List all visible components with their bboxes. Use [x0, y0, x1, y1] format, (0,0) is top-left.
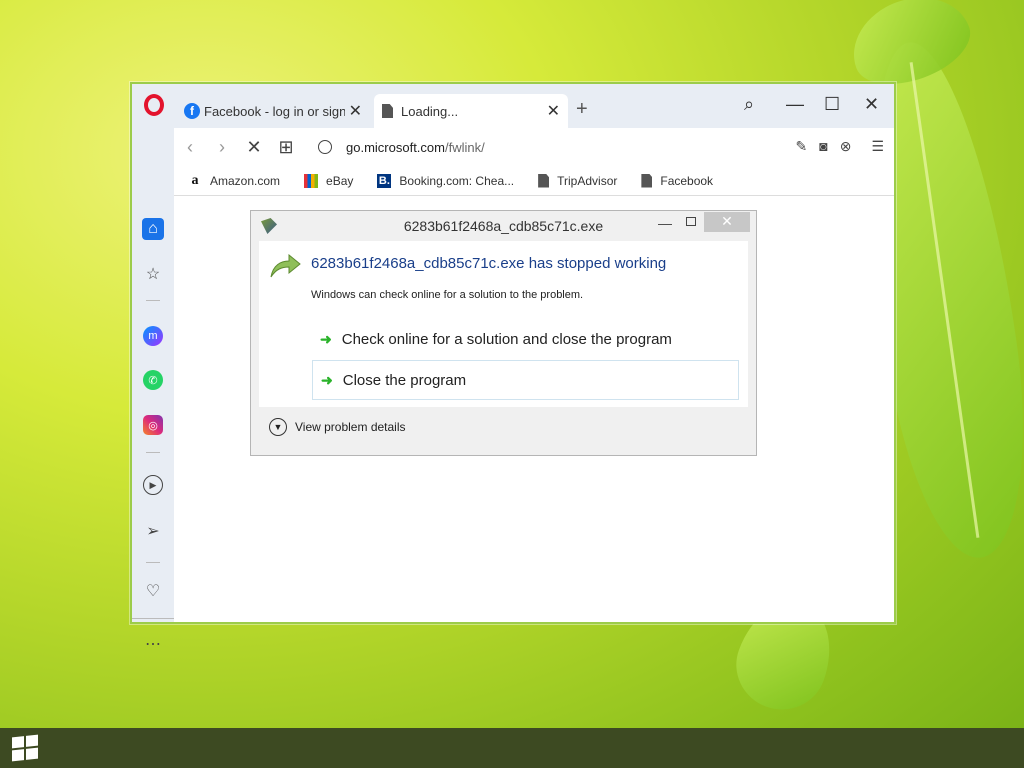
url-domain: go.microsoft.com	[346, 139, 445, 155]
tab-label: Facebook - log in or sign u	[204, 103, 345, 119]
view-details-toggle[interactable]: ▼ View problem details	[259, 407, 748, 447]
page-icon	[538, 173, 550, 188]
search-icon[interactable]: ⌕	[744, 94, 754, 115]
dialog-title: 6283b61f2468a_cdb85c71c.exe	[403, 218, 604, 234]
dialog-minimize-button[interactable]: —	[658, 215, 672, 231]
arrow-right-icon: ➜	[320, 330, 332, 347]
page-icon	[641, 173, 653, 188]
url-path: /fwlink/	[444, 139, 485, 155]
bookmark-facebook[interactable]: Facebook	[641, 173, 714, 188]
whatsapp-icon[interactable]: ✆	[143, 370, 163, 390]
curved-arrow-icon	[270, 253, 301, 278]
check-online-option[interactable]: ➜ Check online for a solution and close …	[312, 319, 739, 359]
close-window-button[interactable]: ✕	[864, 94, 879, 115]
tab-bar: f Facebook - log in or sign u ✕ Loading.…	[132, 84, 894, 128]
dialog-subtext: Windows can check online for a solution …	[311, 289, 584, 301]
address-bar-row: ‹ › ✕ ⊞ go.microsoft.com/fwlink/ ✎ ◙ ⊗ ☰	[174, 128, 894, 166]
bookmark-amazon[interactable]: a Amazon.com	[188, 172, 281, 188]
booking-icon: B.	[377, 173, 392, 188]
send-icon[interactable]: ➢	[143, 521, 163, 541]
dialog-title-bar: 6283b61f2468a_cdb85c71c.exe — ✕	[251, 211, 756, 241]
bookmark-label: TripAdvisor	[557, 173, 618, 188]
tab-loading[interactable]: Loading... ✕	[374, 94, 568, 128]
instagram-icon[interactable]: ◎	[143, 415, 163, 435]
bookmark-label: Amazon.com	[210, 173, 281, 188]
bookmark-label: Booking.com: Chea...	[399, 173, 515, 188]
bookmark-ebay[interactable]: eBay	[304, 173, 354, 188]
windows-start-icon[interactable]	[12, 734, 38, 762]
dialog-body: 6283b61f2468a_cdb85c71c.exe has stopped …	[259, 241, 748, 407]
edit-icon[interactable]: ✎	[796, 138, 808, 155]
bookmark-label: Facebook	[660, 173, 714, 188]
option-label: Close the program	[342, 371, 467, 389]
close-icon[interactable]: ✕	[349, 101, 362, 121]
more-icon[interactable]: ⋯	[143, 634, 163, 654]
error-dialog: 6283b61f2468a_cdb85c71c.exe — ✕ 6283b61f…	[250, 210, 757, 456]
opera-logo-icon[interactable]	[144, 94, 164, 116]
forward-button[interactable]: ›	[206, 137, 238, 158]
bookmarks-icon[interactable]: ☆	[143, 264, 163, 284]
sidebar-divider	[146, 452, 160, 453]
page-icon	[382, 104, 393, 118]
sidebar: ⌂ ☆ m ✆ ◎ ▶ ➢ ♡ ⋯	[132, 128, 174, 653]
camera-icon[interactable]: ◙	[819, 138, 827, 155]
amazon-icon: a	[191, 172, 199, 188]
home-icon[interactable]: ⌂	[142, 218, 164, 240]
dialog-heading: 6283b61f2468a_cdb85c71c.exe has stopped …	[311, 255, 667, 272]
messenger-icon[interactable]: m	[143, 326, 163, 346]
minimize-button[interactable]: —	[786, 94, 804, 115]
block-icon[interactable]: ⊗	[840, 138, 852, 155]
tabs-grid-icon[interactable]: ⊞	[270, 137, 302, 158]
globe-icon	[318, 140, 332, 154]
new-tab-button[interactable]: +	[576, 98, 588, 121]
tab-facebook[interactable]: f Facebook - log in or sign u ✕	[176, 94, 370, 128]
taskbar	[0, 728, 1024, 768]
bookmark-tripadvisor[interactable]: TripAdvisor	[538, 173, 618, 188]
stop-button[interactable]: ✕	[238, 137, 270, 158]
address-icons: ✎ ◙ ⊗ ☰	[796, 138, 885, 155]
settings-icon[interactable]: ☰	[871, 138, 884, 155]
sidebar-divider	[146, 300, 160, 301]
bookmark-booking[interactable]: B. Booking.com: Chea...	[377, 173, 515, 188]
bookmarks-bar: a Amazon.com eBay B. Booking.com: Chea... …	[174, 166, 894, 196]
heart-icon[interactable]: ♡	[143, 581, 163, 601]
sidebar-divider	[146, 562, 160, 563]
player-icon[interactable]: ▶	[143, 475, 163, 495]
facebook-icon: f	[184, 103, 200, 119]
dialog-close-button[interactable]: ✕	[704, 212, 750, 232]
bookmark-label: eBay	[326, 173, 354, 188]
chevron-down-icon: ▼	[269, 418, 287, 436]
maximize-button[interactable]: ☐	[824, 94, 840, 115]
sidebar-divider	[132, 618, 174, 619]
close-icon[interactable]: ✕	[547, 101, 560, 121]
ebay-icon	[304, 173, 319, 188]
back-button[interactable]: ‹	[174, 137, 206, 158]
dialog-maximize-button[interactable]	[686, 217, 696, 226]
address-field[interactable]: go.microsoft.com/fwlink/	[346, 140, 485, 155]
details-label: View problem details	[295, 420, 406, 434]
arrow-right-icon: ➜	[321, 371, 333, 388]
tab-label: Loading...	[401, 103, 459, 119]
option-label: Check online for a solution and close th…	[341, 330, 672, 348]
close-program-option[interactable]: ➜ Close the program	[312, 360, 739, 400]
